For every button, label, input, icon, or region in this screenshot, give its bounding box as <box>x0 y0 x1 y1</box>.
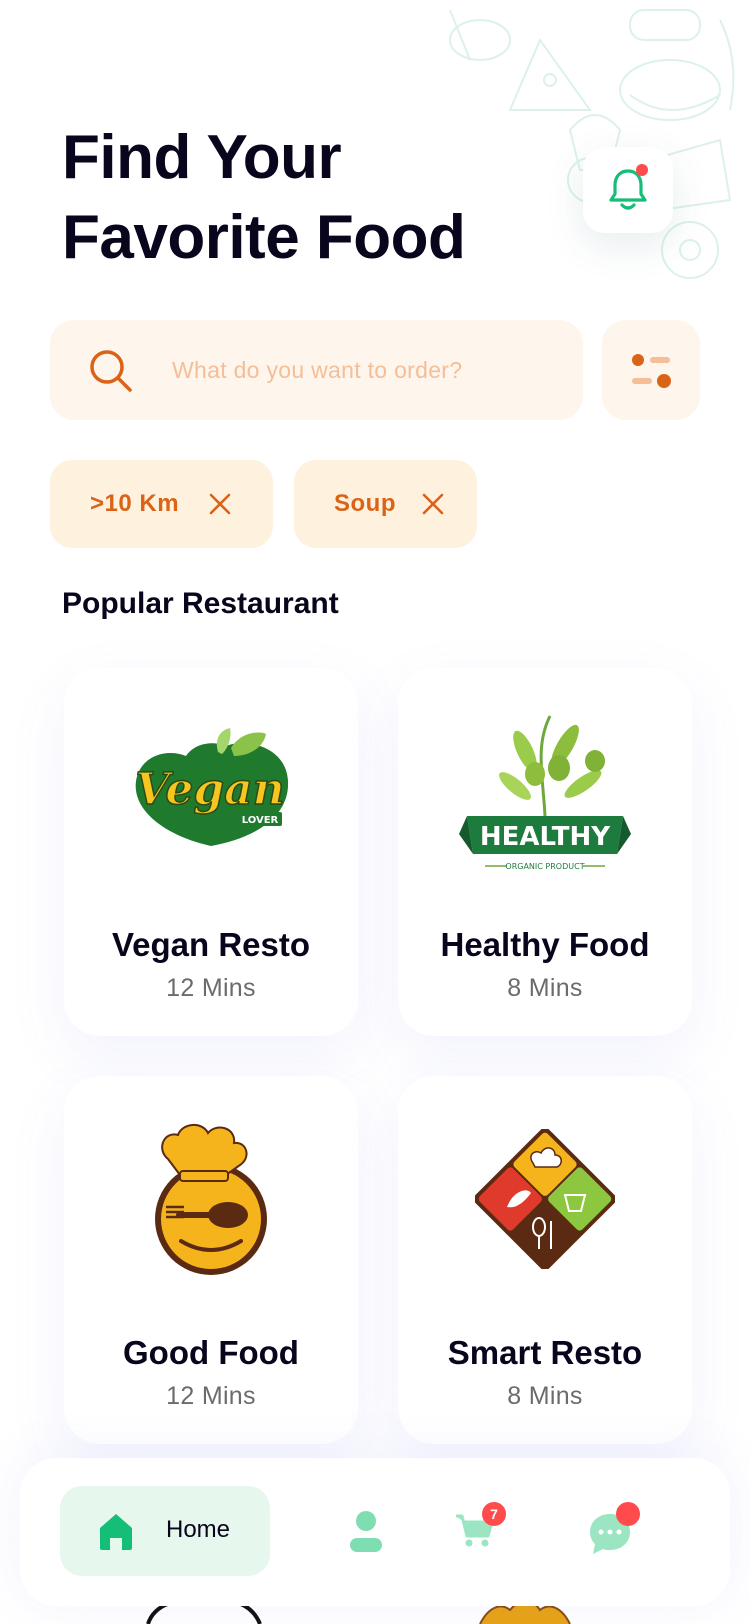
bottom-navigation: Home 7 <box>20 1458 730 1606</box>
restaurant-delivery-time: 12 Mins <box>166 974 256 1002</box>
healthy-logo: HEALTHY ORGANIC PRODUCT <box>398 696 692 886</box>
restaurant-delivery-time: 12 Mins <box>166 1382 256 1410</box>
nav-cart[interactable]: 7 <box>454 1502 506 1552</box>
chat-notification-dot <box>616 1502 640 1526</box>
svg-text:ORGANIC PRODUCT: ORGANIC PRODUCT <box>505 862 584 871</box>
restaurant-card-smart-resto[interactable]: Smart Resto 8 Mins <box>398 1076 692 1444</box>
search-bar[interactable] <box>50 320 583 420</box>
nav-chat[interactable] <box>588 1502 648 1558</box>
vegan-lover-logo: Vegan LOVER <box>64 696 358 886</box>
search-icon <box>90 350 132 392</box>
restaurant-name: Smart Resto <box>447 1334 643 1371</box>
restaurant-delivery-time: 8 Mins <box>507 1382 583 1410</box>
restaurant-delivery-time: 8 Mins <box>507 974 583 1002</box>
home-icon <box>100 1514 132 1550</box>
smart-resto-logo <box>398 1104 692 1294</box>
nav-home-label: Home <box>166 1516 231 1543</box>
restaurant-name: Healthy Food <box>440 926 650 963</box>
filter-button[interactable] <box>602 320 700 420</box>
restaurant-card-good-food[interactable]: Good Food 12 Mins <box>64 1076 358 1444</box>
svg-text:Vegan: Vegan <box>135 764 284 815</box>
restaurant-card-healthy-food[interactable]: HEALTHY ORGANIC PRODUCT Healthy Food 8 M… <box>398 668 692 1036</box>
page-title: Find Your Favorite Food <box>62 118 466 278</box>
filter-icon <box>632 354 671 388</box>
restaurant-name: Good Food <box>123 1334 299 1371</box>
notification-button[interactable] <box>583 147 673 233</box>
search-input[interactable] <box>172 320 572 420</box>
svg-text:HEALTHY: HEALTHY <box>480 822 611 852</box>
section-title-popular: Popular Restaurant <box>62 587 339 620</box>
good-food-logo <box>64 1104 358 1294</box>
svg-text:LOVER: LOVER <box>242 815 279 826</box>
cart-count-badge: 7 <box>482 1502 506 1526</box>
filter-chip-label: Soup <box>334 490 396 517</box>
close-icon[interactable] <box>421 492 445 516</box>
notification-dot <box>636 164 648 176</box>
restaurant-name: Vegan Resto <box>111 926 311 963</box>
filter-chip-distance[interactable]: >10 Km <box>50 460 273 548</box>
profile-icon[interactable] <box>348 1510 384 1552</box>
filter-chip-soup[interactable]: Soup <box>294 460 477 548</box>
page-title-line1: Find Your <box>62 123 342 192</box>
restaurant-card-vegan-resto[interactable]: Vegan LOVER Vegan Resto 12 Mins <box>64 668 358 1036</box>
close-icon[interactable] <box>208 492 232 516</box>
nav-home[interactable]: Home <box>60 1486 270 1576</box>
page-title-line2: Favorite Food <box>62 203 466 272</box>
filter-chip-label: >10 Km <box>90 490 180 517</box>
